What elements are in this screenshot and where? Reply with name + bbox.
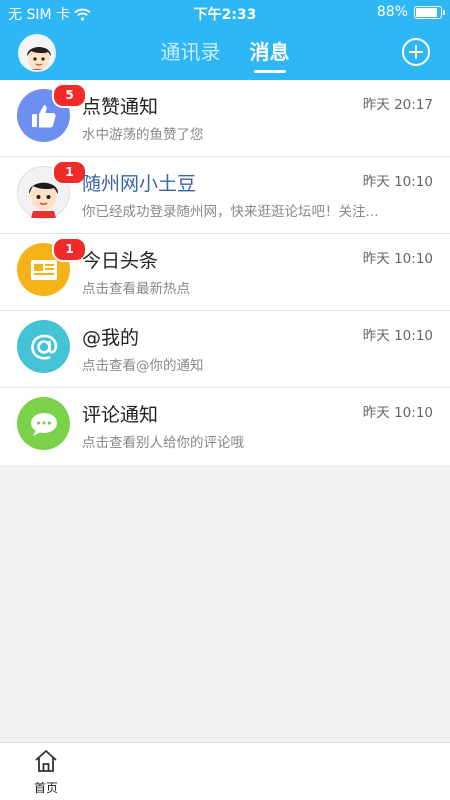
message-preview: 点击查看最新热点 <box>82 281 190 297</box>
top-nav: 通讯录 消息 <box>0 26 450 80</box>
message-preview: 水中游荡的鱼赞了您 <box>82 127 204 143</box>
message-preview: 点击查看别人给你的评论哦 <box>82 435 244 451</box>
tab-home-label: 首页 <box>33 781 58 795</box>
message-title: 点赞通知 <box>82 96 159 118</box>
bottom-tab-bar: 首页 <box>0 742 450 800</box>
list-item-user[interactable]: 1 随州网小土豆 昨天 10:10 你已经成功登录随州网，快来逛逛论坛吧！关注.… <box>0 157 450 234</box>
message-preview: 点击查看@你的通知 <box>82 358 204 374</box>
mentions-avatar <box>17 320 70 373</box>
header-bar: 无 SIM 卡 下午2:33 88% 通讯录 消息 <box>0 0 450 80</box>
battery-icon <box>414 5 445 19</box>
message-title: 随州网小土豆 <box>82 173 197 195</box>
tab-group: 通讯录 消息 <box>0 36 450 73</box>
newspaper-icon <box>30 259 57 280</box>
message-time: 昨天 10:10 <box>362 251 433 267</box>
message-list: 5 点赞通知 昨天 20:17 水中游荡的鱼赞了您 1 随州网小土豆 昨天 10… <box>0 80 450 465</box>
message-title: 评论通知 <box>82 404 159 426</box>
add-button[interactable] <box>402 38 430 66</box>
status-bar: 无 SIM 卡 下午2:33 88% <box>0 0 450 26</box>
list-item-likes[interactable]: 5 点赞通知 昨天 20:17 水中游荡的鱼赞了您 <box>0 80 450 157</box>
message-preview: 你已经成功登录随州网，快来逛逛论坛吧！关注... <box>82 204 379 220</box>
message-time: 昨天 10:10 <box>362 174 433 190</box>
list-item-headlines[interactable]: 1 今日头条 昨天 10:10 点击查看最新热点 <box>0 234 450 311</box>
tab-home[interactable]: 首页 <box>26 749 66 795</box>
message-time: 昨天 20:17 <box>362 97 433 113</box>
thumbs-up-icon <box>31 104 56 127</box>
home-icon <box>35 750 57 772</box>
tab-contacts[interactable]: 通讯录 <box>160 36 220 65</box>
message-time: 昨天 10:10 <box>362 328 433 344</box>
tab-messages[interactable]: 消息 <box>250 36 290 73</box>
comments-avatar <box>17 397 70 450</box>
at-icon <box>30 334 57 360</box>
list-item-comments[interactable]: 评论通知 昨天 10:10 点击查看别人给你的评论哦 <box>0 388 450 465</box>
list-item-mentions[interactable]: @我的 昨天 10:10 点击查看@你的通知 <box>0 311 450 388</box>
message-time: 昨天 10:10 <box>362 405 433 421</box>
battery-percent: 88% <box>376 4 408 20</box>
message-title: 今日头条 <box>82 250 159 272</box>
status-right: 88% <box>376 4 445 20</box>
comment-icon <box>30 412 57 436</box>
message-title: @我的 <box>82 327 140 349</box>
